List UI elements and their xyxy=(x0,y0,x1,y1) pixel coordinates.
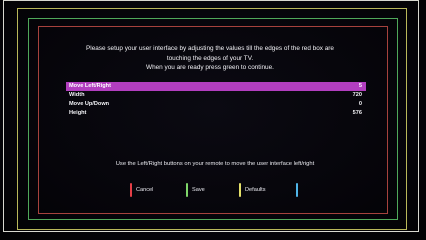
instruction-line-3: When you are ready press green to contin… xyxy=(146,64,274,71)
setting-label: Width xyxy=(69,92,85,98)
setting-label: Height xyxy=(69,110,87,116)
setting-height[interactable]: Height 576 xyxy=(66,109,366,118)
blue-key-icon xyxy=(296,183,298,197)
instruction-line-1: Please setup your user interface by adju… xyxy=(86,45,334,52)
setting-label: Move Left/Right xyxy=(69,83,111,89)
green-key-icon xyxy=(186,183,188,197)
cancel-label: Cancel xyxy=(136,187,154,193)
instructions: Please setup your user interface by adju… xyxy=(60,44,360,73)
setting-move-up-down[interactable]: Move Up/Down 0 xyxy=(66,100,366,109)
setting-value: 576 xyxy=(352,110,362,116)
cancel-button[interactable]: Cancel xyxy=(130,183,153,197)
red-key-icon xyxy=(130,183,132,197)
save-label: Save xyxy=(192,187,205,193)
defaults-label: Defaults xyxy=(245,187,266,193)
setting-value: 720 xyxy=(352,92,362,98)
setting-move-left-right[interactable]: Move Left/Right 5 xyxy=(66,82,366,91)
setting-width[interactable]: Width 720 xyxy=(66,91,366,100)
instruction-line-2: touching the edges of your TV. xyxy=(166,54,254,62)
setting-value: 5 xyxy=(358,83,362,89)
defaults-button[interactable]: Defaults xyxy=(239,183,266,197)
settings-list: Move Left/Right 5 Width 720 Move Up/Down… xyxy=(66,82,366,118)
save-button[interactable]: Save xyxy=(186,183,205,197)
setting-label: Move Up/Down xyxy=(69,101,110,107)
yellow-key-icon xyxy=(239,183,241,197)
blue-key-button[interactable] xyxy=(296,183,302,197)
help-text: Use the Left/Right buttons on your remot… xyxy=(115,161,315,167)
setting-value: 0 xyxy=(358,101,362,107)
